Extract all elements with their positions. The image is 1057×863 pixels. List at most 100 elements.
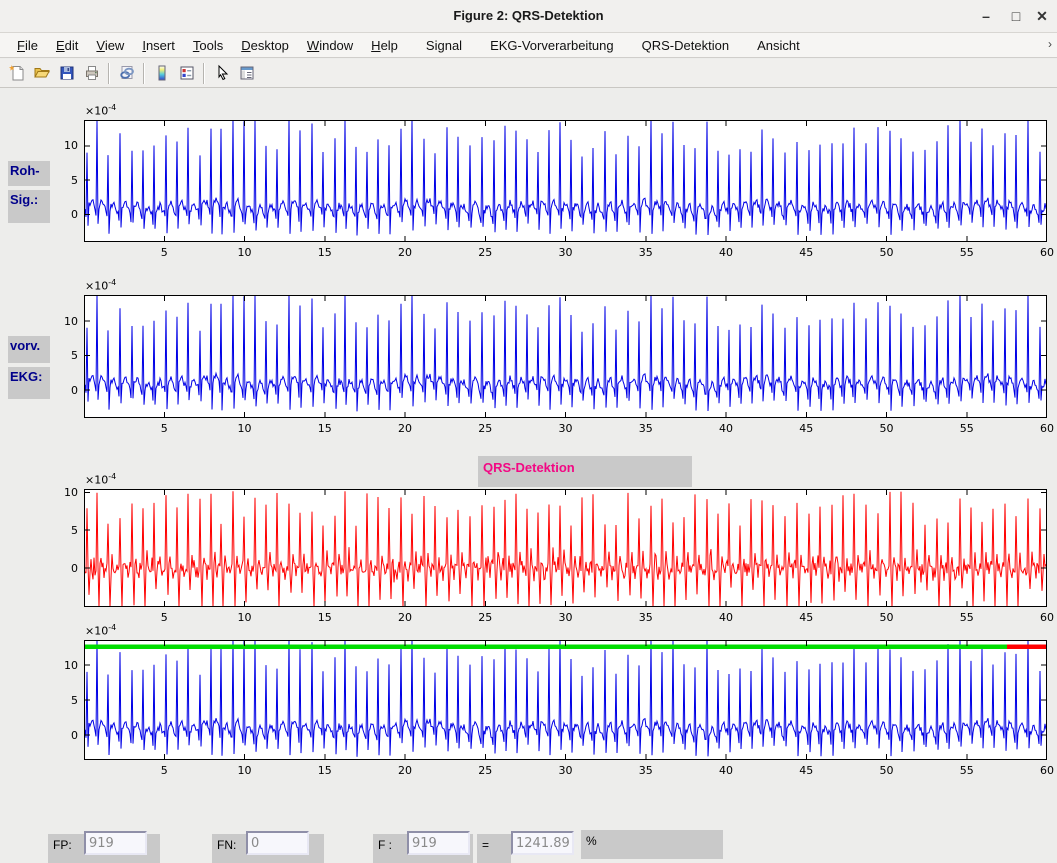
x-tick-label: 30 bbox=[552, 764, 580, 777]
toolbar-separator bbox=[108, 63, 110, 84]
label-sig: Sig.: bbox=[8, 190, 50, 223]
ratio-field[interactable] bbox=[511, 831, 574, 855]
y-tick-label: 5 bbox=[52, 694, 78, 707]
x-tick-label: 25 bbox=[471, 246, 499, 259]
y-tick-label: 10 bbox=[52, 315, 78, 328]
new-figure-icon[interactable] bbox=[4, 61, 29, 86]
x-tick-label: 20 bbox=[391, 764, 419, 777]
menu-view[interactable]: View bbox=[87, 38, 133, 53]
menu-signal[interactable]: Signal bbox=[417, 38, 471, 53]
vorverarbeitetes-ekg-svg bbox=[84, 295, 1047, 418]
f-field[interactable] bbox=[407, 831, 470, 855]
x-tick-label: 35 bbox=[632, 422, 660, 435]
link-plot-icon[interactable] bbox=[114, 61, 139, 86]
menu-tools[interactable]: Tools bbox=[184, 38, 232, 53]
menu-ekg-vorverarbeitung[interactable]: EKG-Vorverarbeitung bbox=[481, 38, 623, 53]
y-axis-scale-label: ×10-4 bbox=[85, 278, 116, 293]
x-tick-label: 50 bbox=[873, 422, 901, 435]
menu-qrs-detektion[interactable]: QRS-Detektion bbox=[633, 38, 738, 53]
menu-ansicht[interactable]: Ansicht bbox=[748, 38, 809, 53]
x-tick-label: 25 bbox=[471, 764, 499, 777]
y-tick-label: 0 bbox=[52, 729, 78, 742]
plot-vorverarbeitetes-ekg bbox=[84, 295, 1047, 418]
x-tick-label: 15 bbox=[311, 611, 339, 624]
edit-colormap-icon[interactable] bbox=[174, 61, 199, 86]
print-figure-icon[interactable] bbox=[79, 61, 104, 86]
x-tick-label: 50 bbox=[873, 764, 901, 777]
title-bar: Figure 2: QRS-Detektion – □ ✕ bbox=[0, 0, 1057, 33]
y-axis-scale-label: ×10-4 bbox=[85, 103, 116, 118]
x-tick-label: 5 bbox=[150, 422, 178, 435]
x-tick-label: 55 bbox=[953, 611, 981, 624]
y-tick-label: 10 bbox=[52, 486, 78, 499]
menu-window[interactable]: Window bbox=[298, 38, 362, 53]
qrs-detektion-filter-svg bbox=[84, 489, 1047, 607]
save-figure-icon[interactable] bbox=[54, 61, 79, 86]
x-tick-label: 35 bbox=[632, 764, 660, 777]
x-tick-label: 60 bbox=[1033, 611, 1057, 624]
menu-help[interactable]: Help bbox=[362, 38, 407, 53]
x-tick-label: 10 bbox=[231, 246, 259, 259]
edit-plot-icon[interactable] bbox=[209, 61, 234, 86]
y-tick-label: 10 bbox=[52, 659, 78, 672]
x-tick-label: 30 bbox=[552, 246, 580, 259]
x-tick-label: 40 bbox=[712, 764, 740, 777]
threshold-line-red bbox=[1007, 644, 1046, 649]
close-button[interactable]: ✕ bbox=[1029, 0, 1055, 32]
menu-overflow-icon[interactable]: › bbox=[1048, 33, 1052, 58]
x-tick-label: 40 bbox=[712, 246, 740, 259]
f-label: F : bbox=[378, 838, 392, 852]
x-tick-label: 15 bbox=[311, 764, 339, 777]
figure-window: Figure 2: QRS-Detektion – □ ✕ FileEditVi… bbox=[0, 0, 1057, 863]
x-tick-label: 45 bbox=[792, 764, 820, 777]
percent-panel: % bbox=[581, 830, 723, 859]
fp-label: FP: bbox=[53, 838, 72, 852]
equals-label: = bbox=[482, 838, 489, 852]
x-tick-label: 25 bbox=[471, 611, 499, 624]
x-tick-label: 55 bbox=[953, 246, 981, 259]
open-file-icon[interactable] bbox=[29, 61, 54, 86]
plot-qrs-detektion-filter bbox=[84, 489, 1047, 607]
insert-colorbar-icon[interactable] bbox=[149, 61, 174, 86]
threshold-line-green bbox=[85, 644, 1007, 649]
toolbar-separator bbox=[143, 63, 145, 84]
label-roh: Roh- bbox=[8, 161, 50, 186]
x-tick-label: 50 bbox=[873, 246, 901, 259]
toolbar bbox=[0, 59, 1057, 88]
x-tick-label: 10 bbox=[231, 422, 259, 435]
y-axis-scale-label: ×10-4 bbox=[85, 623, 116, 638]
detektion-ergebnis-svg bbox=[84, 640, 1047, 760]
x-tick-label: 45 bbox=[792, 611, 820, 624]
y-axis-scale-label: ×10-4 bbox=[85, 472, 116, 487]
menu-edit[interactable]: Edit bbox=[47, 38, 87, 53]
x-tick-label: 5 bbox=[150, 611, 178, 624]
menu-bar: FileEditViewInsertToolsDesktopWindowHelp… bbox=[0, 33, 1057, 58]
x-tick-label: 10 bbox=[231, 611, 259, 624]
x-tick-label: 20 bbox=[391, 246, 419, 259]
x-tick-label: 35 bbox=[632, 611, 660, 624]
label-ekg: EKG: bbox=[8, 367, 50, 399]
roh-signal-svg bbox=[84, 120, 1047, 242]
x-tick-label: 40 bbox=[712, 611, 740, 624]
maximize-button[interactable]: □ bbox=[1003, 0, 1029, 32]
y-tick-label: 0 bbox=[52, 384, 78, 397]
x-tick-label: 20 bbox=[391, 422, 419, 435]
property-editor-icon[interactable] bbox=[234, 61, 259, 86]
x-tick-label: 35 bbox=[632, 246, 660, 259]
minimize-button[interactable]: – bbox=[973, 0, 999, 32]
menu-insert[interactable]: Insert bbox=[133, 38, 184, 53]
plot-detektion-ergebnis bbox=[84, 640, 1047, 760]
x-tick-label: 50 bbox=[873, 611, 901, 624]
fp-field[interactable] bbox=[84, 831, 147, 855]
x-tick-label: 5 bbox=[150, 764, 178, 777]
y-tick-label: 5 bbox=[52, 524, 78, 537]
x-tick-label: 60 bbox=[1033, 246, 1057, 259]
x-tick-label: 5 bbox=[150, 246, 178, 259]
fn-field[interactable] bbox=[246, 831, 309, 855]
window-title: Figure 2: QRS-Detektion bbox=[0, 0, 1057, 32]
toolbar-separator bbox=[203, 63, 205, 84]
menu-file[interactable]: File bbox=[8, 38, 47, 53]
x-tick-label: 45 bbox=[792, 422, 820, 435]
x-tick-label: 15 bbox=[311, 422, 339, 435]
menu-desktop[interactable]: Desktop bbox=[232, 38, 298, 53]
